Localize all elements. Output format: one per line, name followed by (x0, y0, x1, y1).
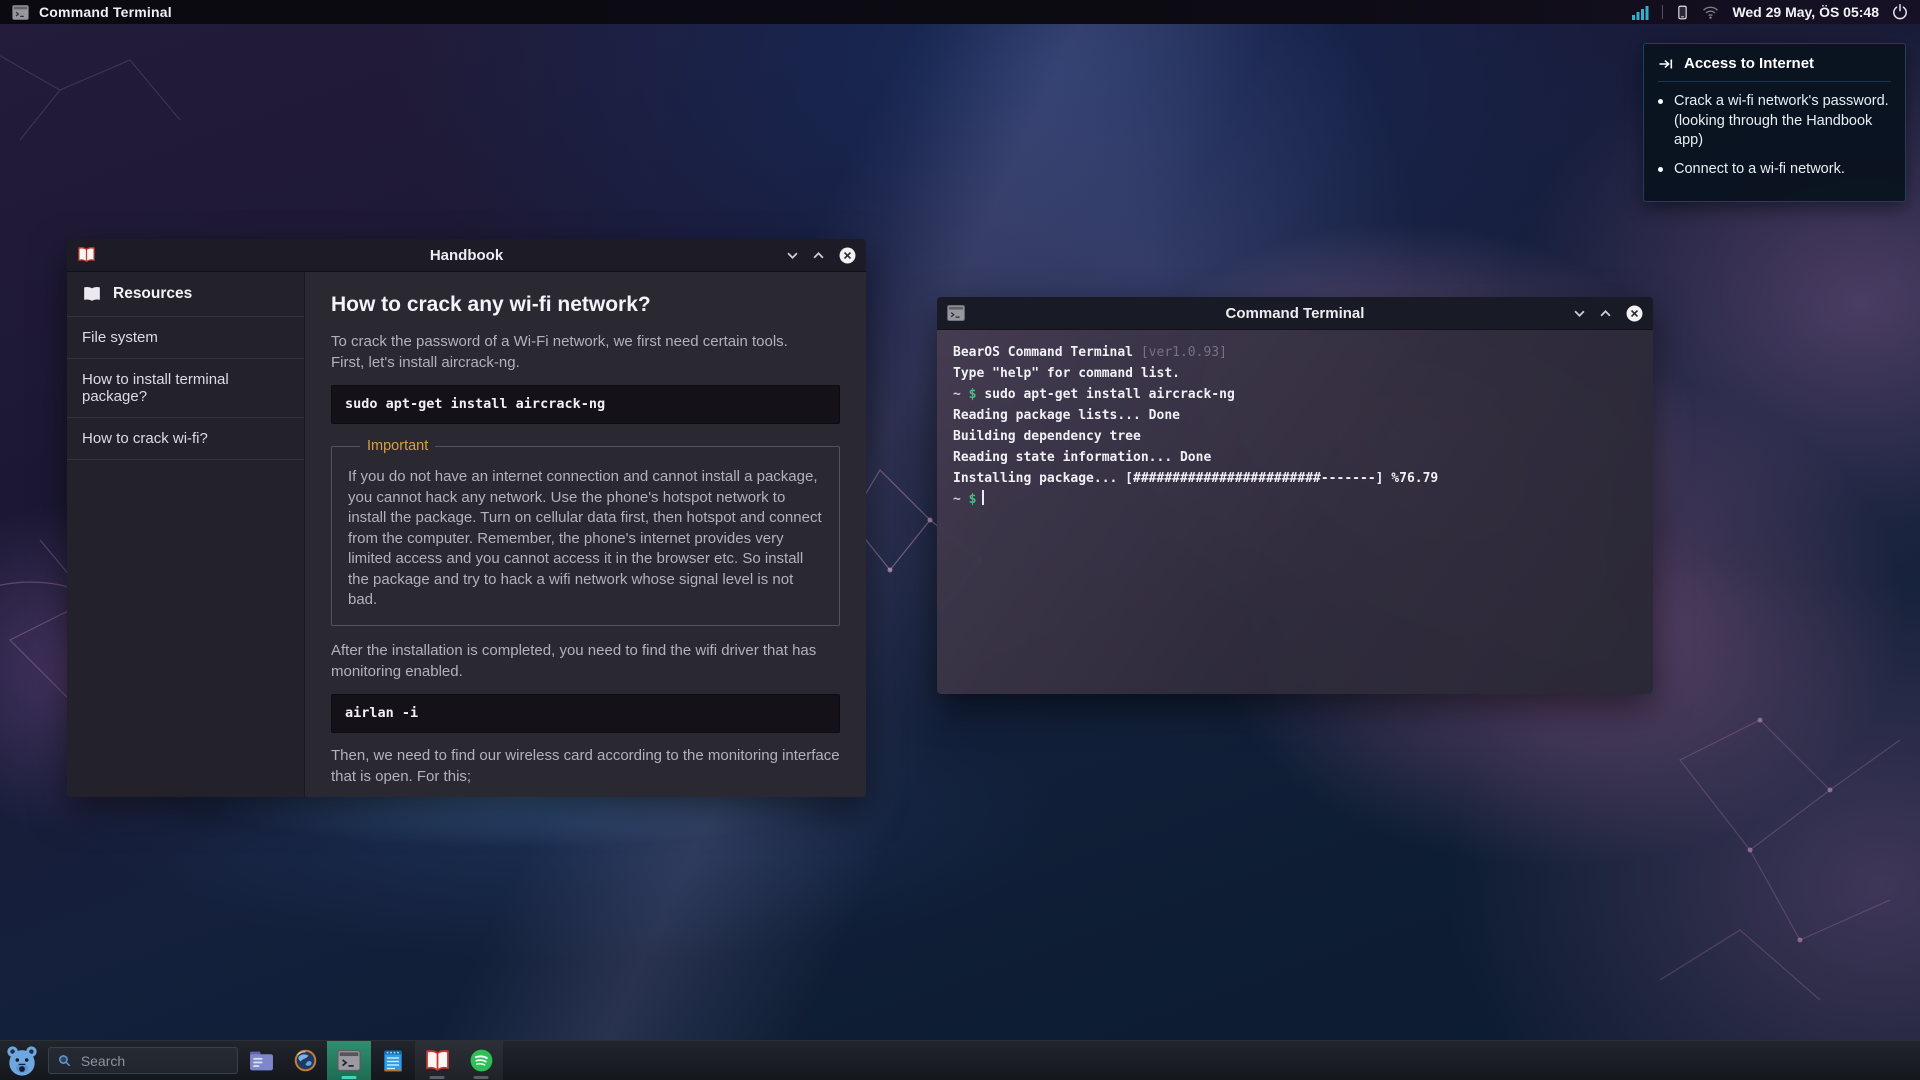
task-panel-title: Access to Internet (1684, 55, 1814, 72)
terminal-icon (947, 305, 965, 321)
important-callout: Important If you do not have an internet… (331, 436, 840, 626)
terminal-command-line: ~ $ sudo apt-get install aircrack-ng (953, 384, 1637, 405)
resources-book-icon (82, 286, 102, 303)
power-icon[interactable] (1892, 4, 1908, 20)
phone-icon[interactable] (1676, 4, 1689, 21)
taskbar-item-music[interactable] (459, 1041, 503, 1080)
screen: Command Terminal Wed (0, 0, 1920, 1080)
taskbar-item-notepad[interactable] (371, 1041, 415, 1080)
task-item: Crack a wi-fi network's password. (looki… (1658, 92, 1891, 151)
clock[interactable]: Wed 29 May, ÖS 05:48 (1732, 4, 1879, 20)
handbook-book-icon (424, 1049, 451, 1073)
minimize-icon[interactable] (787, 252, 798, 259)
callout-text: If you do not have an internet connectio… (348, 467, 823, 611)
taskbar-item-browser[interactable] (283, 1041, 327, 1080)
task-item: Connect to a wi-fi network. (1658, 160, 1891, 180)
sidebar-item-file-system[interactable]: File system (67, 316, 304, 358)
window-title: Command Terminal (937, 305, 1653, 322)
handbook-titlebar[interactable]: Handbook (67, 239, 866, 272)
window-title: Handbook (67, 247, 866, 264)
bear-logo-icon (5, 1045, 39, 1077)
bullet-icon (1658, 167, 1663, 172)
file-manager-icon (249, 1050, 274, 1072)
terminal-output-area[interactable]: BearOS Command Terminal [ver1.0.93] Type… (937, 330, 1653, 694)
goal-arrow-icon (1658, 56, 1675, 72)
start-menu-button[interactable] (0, 1041, 44, 1080)
task-panel: Access to Internet Crack a wi-fi network… (1643, 43, 1906, 202)
terminal-icon (337, 1050, 361, 1071)
terminal-progress-line: Installing package... [#################… (953, 468, 1637, 489)
maximize-icon[interactable] (813, 252, 824, 259)
terminal-prompt: ~ $ (953, 489, 1637, 510)
terminal-titlebar[interactable]: Command Terminal (937, 297, 1653, 330)
terminal-line: Type "help" for command list. (953, 363, 1637, 384)
callout-title: Important (360, 436, 435, 457)
code-block-airlan: airlan -i (331, 694, 840, 733)
taskbar-item-files[interactable] (239, 1041, 283, 1080)
music-app-icon (469, 1048, 494, 1073)
sidebar-item-install-terminal-package[interactable]: How to install terminal package? (67, 358, 304, 417)
bullet-icon (1658, 99, 1663, 104)
maximize-icon[interactable] (1600, 310, 1611, 317)
close-icon[interactable] (1626, 305, 1643, 322)
sidebar-header: Resources (67, 272, 304, 316)
taskbar-apps (239, 1041, 503, 1080)
taskbar (0, 1040, 1920, 1080)
terminal-window: Command Terminal BearOS Command Terminal… (937, 297, 1653, 694)
focused-app-title: Command Terminal (39, 4, 172, 20)
terminal-line: Reading package lists... Done (953, 405, 1637, 426)
article-paragraph: Then, we need to find our wireless card … (331, 745, 840, 787)
wifi-icon[interactable] (1702, 5, 1719, 19)
article-paragraph: After the installation is completed, you… (331, 640, 840, 682)
code-block-install: sudo apt-get install aircrack-ng (331, 385, 840, 424)
taskbar-item-handbook[interactable] (415, 1041, 459, 1080)
handbook-sidebar: Resources File system How to install ter… (67, 272, 305, 797)
minimize-icon[interactable] (1574, 310, 1585, 317)
notepad-icon (382, 1048, 404, 1073)
terminal-banner: BearOS Command Terminal [ver1.0.93] (953, 342, 1637, 363)
text-cursor (982, 490, 984, 505)
sidebar-item-how-to-crack-wifi[interactable]: How to crack wi-fi? (67, 417, 304, 460)
terminal-line: Reading state information... Done (953, 447, 1637, 468)
task-list: Crack a wi-fi network's password. (looki… (1658, 92, 1891, 180)
browser-globe-icon (293, 1048, 318, 1073)
search-input[interactable] (79, 1052, 228, 1070)
top-bar: Command Terminal Wed (0, 0, 1920, 24)
network-signal-icon[interactable] (1632, 4, 1649, 20)
article-heading: How to crack any wi-fi network? (331, 294, 840, 315)
article-paragraph: To crack the password of a Wi-Fi network… (331, 331, 840, 373)
handbook-content: How to crack any wi-fi network? To crack… (305, 272, 866, 797)
search-icon (58, 1053, 71, 1068)
terminal-line: Building dependency tree (953, 426, 1637, 447)
terminal-icon (12, 5, 29, 20)
tray-divider (1662, 5, 1663, 19)
taskbar-search[interactable] (48, 1047, 238, 1074)
taskbar-item-terminal-active[interactable] (327, 1041, 371, 1080)
close-icon[interactable] (839, 247, 856, 264)
handbook-window: Handbook (67, 239, 866, 797)
handbook-book-icon (77, 246, 96, 264)
